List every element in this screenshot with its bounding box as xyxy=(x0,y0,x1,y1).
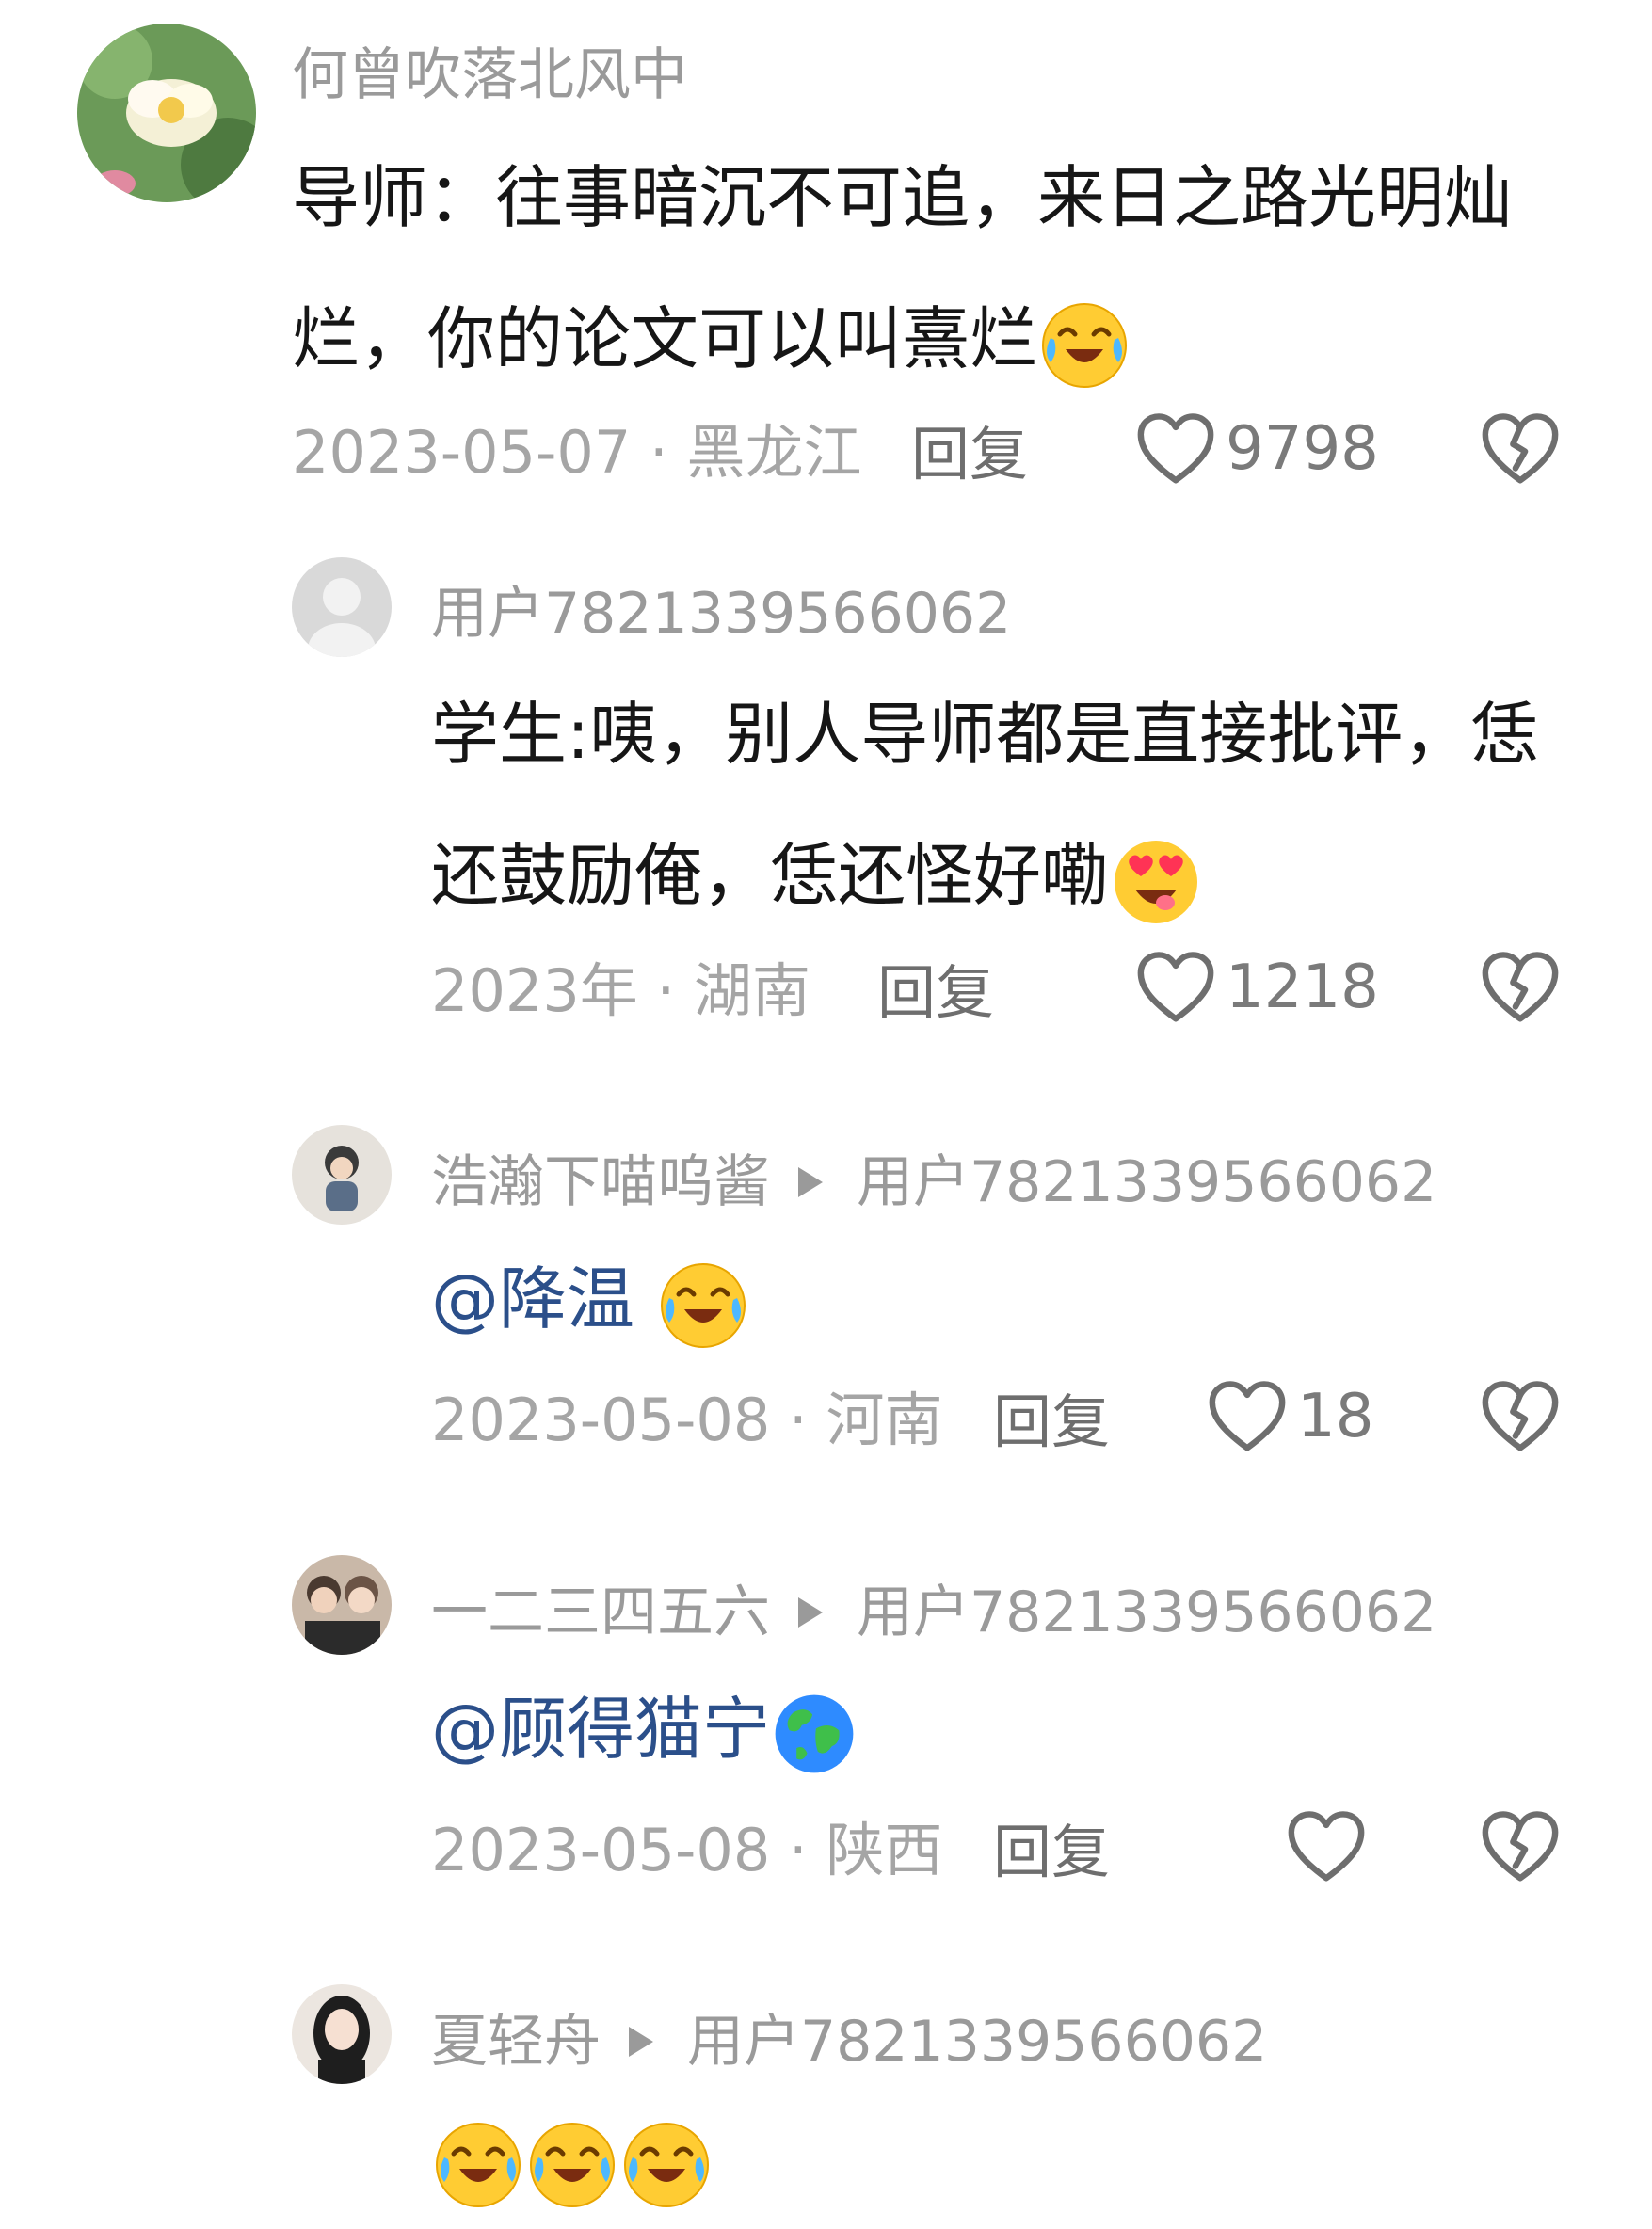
comment-date: 2023-05-08 xyxy=(431,1816,771,1884)
username[interactable]: 何曾吹落北风中 xyxy=(292,47,687,104)
comment-text-line: 烂，你的论文可以叫熹烂 xyxy=(292,268,1512,409)
comment-text xyxy=(431,2088,714,2229)
comment-location: 湖南 xyxy=(693,956,810,1025)
comment-date: 2023-05-08 xyxy=(431,1386,771,1454)
comment-meta: 2023-05-07 · 黑龙江 xyxy=(292,424,861,482)
reply-button[interactable]: 回复 xyxy=(877,964,994,1022)
avatar[interactable] xyxy=(292,1555,392,1655)
comment-text: @顾得猫宁 xyxy=(431,1659,858,1800)
heart-icon xyxy=(1137,412,1214,486)
reply-target[interactable]: 用户7821339566062 xyxy=(857,1580,1436,1645)
meta-separator: · xyxy=(770,1816,826,1884)
reply-author[interactable]: 一二三四五六 xyxy=(431,1580,770,1645)
reply-arrow-icon xyxy=(629,2027,653,2058)
comment-location: 河南 xyxy=(826,1386,943,1454)
meta-separator: · xyxy=(770,1386,826,1454)
comment-date: 2023年 xyxy=(431,956,638,1025)
broken-heart-icon[interactable] xyxy=(1482,1380,1559,1453)
comment-text: 学生:咦，别人导师都是直接批评，恁 还鼓励俺，恁还怪好嘞 xyxy=(431,664,1538,946)
broken-heart-icon[interactable] xyxy=(1482,1810,1559,1884)
like-count: 9798 xyxy=(1226,414,1379,484)
reply-author[interactable]: 浩瀚下喵呜酱 xyxy=(431,1149,770,1215)
crying-laughing-emoji-icon xyxy=(525,2116,619,2210)
heart-icon xyxy=(1137,951,1214,1024)
mention-link[interactable]: @降温 xyxy=(431,1259,634,1339)
mention-link[interactable]: @顾得猫宁 xyxy=(431,1690,770,1769)
like-button[interactable]: 9798 xyxy=(1137,412,1379,486)
avatar[interactable] xyxy=(292,557,392,657)
like-button[interactable]: 1218 xyxy=(1137,951,1379,1024)
crying-laughing-emoji-icon xyxy=(656,1257,750,1351)
heart-icon xyxy=(1209,1380,1286,1453)
reply-arrow-icon xyxy=(798,1167,823,1198)
avatar[interactable] xyxy=(292,1125,392,1225)
broken-heart-icon[interactable] xyxy=(1482,412,1559,486)
username: 浩瀚下喵呜酱 用户7821339566062 xyxy=(431,1154,1436,1211)
crying-laughing-emoji-icon xyxy=(431,2116,525,2210)
like-button[interactable]: 18 xyxy=(1209,1380,1373,1453)
username: 一二三四五六 用户7821339566062 xyxy=(431,1584,1436,1641)
comment-text-line: 导师：往事暗沉不可追，来日之路光明灿 xyxy=(292,158,1513,237)
comment-meta: 2023-05-08 · 河南 xyxy=(431,1391,942,1450)
comment-location: 黑龙江 xyxy=(686,418,862,487)
reply-button[interactable]: 回复 xyxy=(993,1823,1110,1882)
reply-button[interactable]: 回复 xyxy=(911,425,1028,484)
globe-emoji-icon xyxy=(770,1690,858,1778)
avatar[interactable] xyxy=(292,1984,392,2084)
avatar[interactable] xyxy=(77,24,256,202)
comment-text: 导师：往事暗沉不可追，来日之路光明灿 烂，你的论文可以叫熹烂 xyxy=(292,127,1512,409)
reply-target[interactable]: 用户7821339566062 xyxy=(687,2009,1267,2075)
heart-icon xyxy=(1288,1810,1365,1884)
comment-meta: 2023年 · 湖南 xyxy=(431,962,810,1020)
meta-separator: · xyxy=(637,956,694,1025)
comment-text-line: 还鼓励俺，恁还怪好嘞 xyxy=(431,805,1538,946)
like-button[interactable] xyxy=(1288,1810,1376,1884)
username[interactable]: 用户7821339566062 xyxy=(431,585,1011,642)
comment-text-line: 学生:咦，别人导师都是直接批评，恁 xyxy=(431,695,1539,774)
like-count: 1218 xyxy=(1226,953,1379,1022)
reply-target[interactable]: 用户7821339566062 xyxy=(857,1149,1436,1215)
reply-arrow-icon xyxy=(798,1597,823,1628)
heart-eyes-emoji-icon xyxy=(1109,833,1203,927)
comment-text: @降温 xyxy=(431,1228,750,1370)
comment-text-fragment: 还鼓励俺，恁还怪好嘞 xyxy=(431,836,1110,915)
comment-meta: 2023-05-08 · 陕西 xyxy=(431,1821,942,1880)
reply-button[interactable]: 回复 xyxy=(993,1393,1110,1451)
crying-laughing-emoji-icon xyxy=(1037,297,1131,391)
meta-separator: · xyxy=(631,418,687,487)
comment-location: 陕西 xyxy=(826,1816,943,1884)
comment-text-fragment: 烂，你的论文可以叫熹烂 xyxy=(292,299,1038,378)
crying-laughing-emoji-icon xyxy=(619,2116,714,2210)
broken-heart-icon[interactable] xyxy=(1482,951,1559,1024)
username: 夏轻舟 用户7821339566062 xyxy=(431,2013,1267,2070)
comment-date: 2023-05-07 xyxy=(292,418,632,487)
like-count: 18 xyxy=(1297,1382,1374,1451)
reply-author[interactable]: 夏轻舟 xyxy=(431,2009,601,2075)
